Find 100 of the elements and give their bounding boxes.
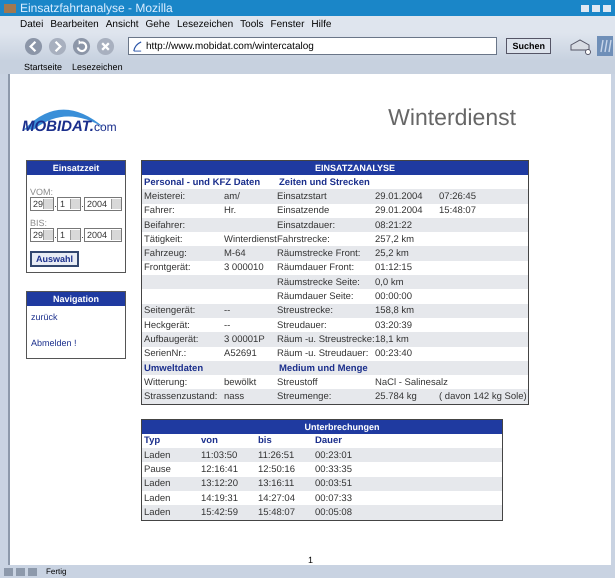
field-value: 18,1 km [375,334,409,345]
reload-icon[interactable] [72,36,91,56]
month-dropdown[interactable]: 1 [57,228,81,242]
date-separator: . [81,230,84,240]
month-dropdown[interactable]: 1 [57,197,81,211]
table-cell: 00:07:33 [315,492,352,504]
field-value: 00:00:00 [375,291,412,302]
field-value: 3 000010 [224,262,264,274]
table-cell: 13:12:20 [201,478,238,490]
menu-item[interactable]: Hilfe [311,18,332,30]
field-value: 01:12:15 [375,262,412,274]
menu-item[interactable]: Bearbeiten [50,18,99,30]
window-controls[interactable] [581,4,611,12]
field-value: Hr. [224,205,236,216]
bookmark-item[interactable]: Lesezeichen [72,62,123,72]
menu-item[interactable]: Gehe [146,18,170,30]
page-title: Winterdienst [388,104,516,130]
throbber-icon [597,36,613,56]
field-value: 03:20:39 [375,320,412,331]
field-value: 25.784 kg [375,391,417,402]
field-label: Streustoff [277,376,318,388]
table-cell: 11:26:51 [258,450,294,461]
field-label: Einsatzdauer: [277,220,336,231]
menu-item[interactable]: Lesezeichen [177,18,234,30]
menu-item[interactable]: Ansicht [106,18,139,30]
field-label: Streumenge: [277,391,332,402]
printer-icon[interactable] [568,37,592,55]
table-cell: 14:19:31 [201,492,238,504]
day-dropdown[interactable]: 29 [30,228,54,242]
date-separator: . [54,199,57,209]
table-cell: 12:50:16 [258,464,295,475]
table-cell: 00:03:51 [315,478,352,490]
field-label: Heckgerät: [144,320,190,331]
field-value: am/ [224,190,240,202]
field-value: 257,2 km [375,234,414,245]
field-value: 15:48:07 [439,205,476,216]
year-dropdown[interactable]: 2004 [84,228,122,242]
day-dropdown[interactable]: 29 [30,197,54,211]
field-label: Räumstrecke Seite: [277,276,360,288]
column-header: Dauer [314,435,343,446]
table-cell: 13:16:11 [258,478,294,490]
field-value: 158,8 km [375,305,414,316]
field-value: -- [224,305,230,316]
field-value: M-64 [224,248,246,260]
field-label: Tätigkeit: [144,234,183,245]
stop-icon[interactable] [96,36,115,56]
field-label: Räumdauer Front: [277,262,354,274]
field-label: Fahrer: [144,205,175,216]
field-value: nass [224,391,244,402]
status-text: Fertig [46,567,66,576]
search-button[interactable]: Suchen [506,38,551,54]
table-cell: Laden [144,492,170,504]
field-label: Räum -u. Streudauer: [277,348,368,360]
table-cell: Laden [144,478,170,490]
field-label: SerienNr.: [144,348,186,360]
table-cell: Laden [144,450,170,461]
table-cell: 00:33:35 [315,464,352,475]
field-value: ( davon 142 kg Sole) [439,391,527,402]
table-cell: 14:27:04 [258,492,295,504]
field-label: Frontgerät: [144,262,190,274]
table-title: EINSATZANALYSE [142,161,528,175]
section-heading: Umweltdaten [143,362,204,374]
field-label: Fahrstrecke: [277,234,330,245]
field-label: Streudauer: [277,320,327,331]
field-value: A52691 [224,348,257,360]
menu-item[interactable]: Tools [240,18,264,30]
field-value: 0,0 km [375,276,404,288]
field-value: Winterdienst [224,234,277,245]
field-label: Einsatzende [277,205,330,216]
logo: MOBIDAT.com [22,100,117,134]
table-cell: Laden [144,506,170,518]
address-field[interactable]: http://www.mobidat.com/wintercatalog [128,37,498,55]
section-heading: Zeiten und Strecken [279,176,371,188]
field-label: Räumdauer Seite: [277,291,354,302]
field-value: 08:21:22 [375,220,412,231]
field-label: Meisterei: [144,190,186,202]
section-heading: Medium und Menge [279,362,369,374]
table-title: Unterbrechungen [142,420,502,434]
field-value: 25,2 km [375,248,409,260]
back-icon[interactable] [24,36,43,56]
column-header: bis [257,435,273,446]
bookmark-item[interactable]: Startseite [24,62,62,72]
menu-item[interactable]: Fenster [270,18,304,30]
select-button[interactable]: Auswahl [30,251,80,267]
field-value: bewölkt [224,376,256,388]
nav-link[interactable]: zurück [31,312,121,322]
nav-link[interactable]: Abmelden ! [31,338,121,348]
menu-item[interactable]: Datei [20,18,44,30]
field-label: Streustrecke: [277,305,333,316]
field-label: Aufbaugerät: [144,334,198,345]
table-cell: 11:03:50 [201,450,238,461]
column-header: Typ [143,435,162,446]
column-header: von [200,435,219,446]
section-heading: Personal - und KFZ Daten [143,176,262,188]
year-dropdown[interactable]: 2004 [84,197,122,211]
field-value: 07:26:45 [439,190,476,202]
forward-icon[interactable] [48,36,67,56]
field-label: Strassenzustand: [144,391,218,402]
field-label: Seitengerät: [144,305,196,316]
field-label: Räumstrecke Front: [277,248,360,260]
